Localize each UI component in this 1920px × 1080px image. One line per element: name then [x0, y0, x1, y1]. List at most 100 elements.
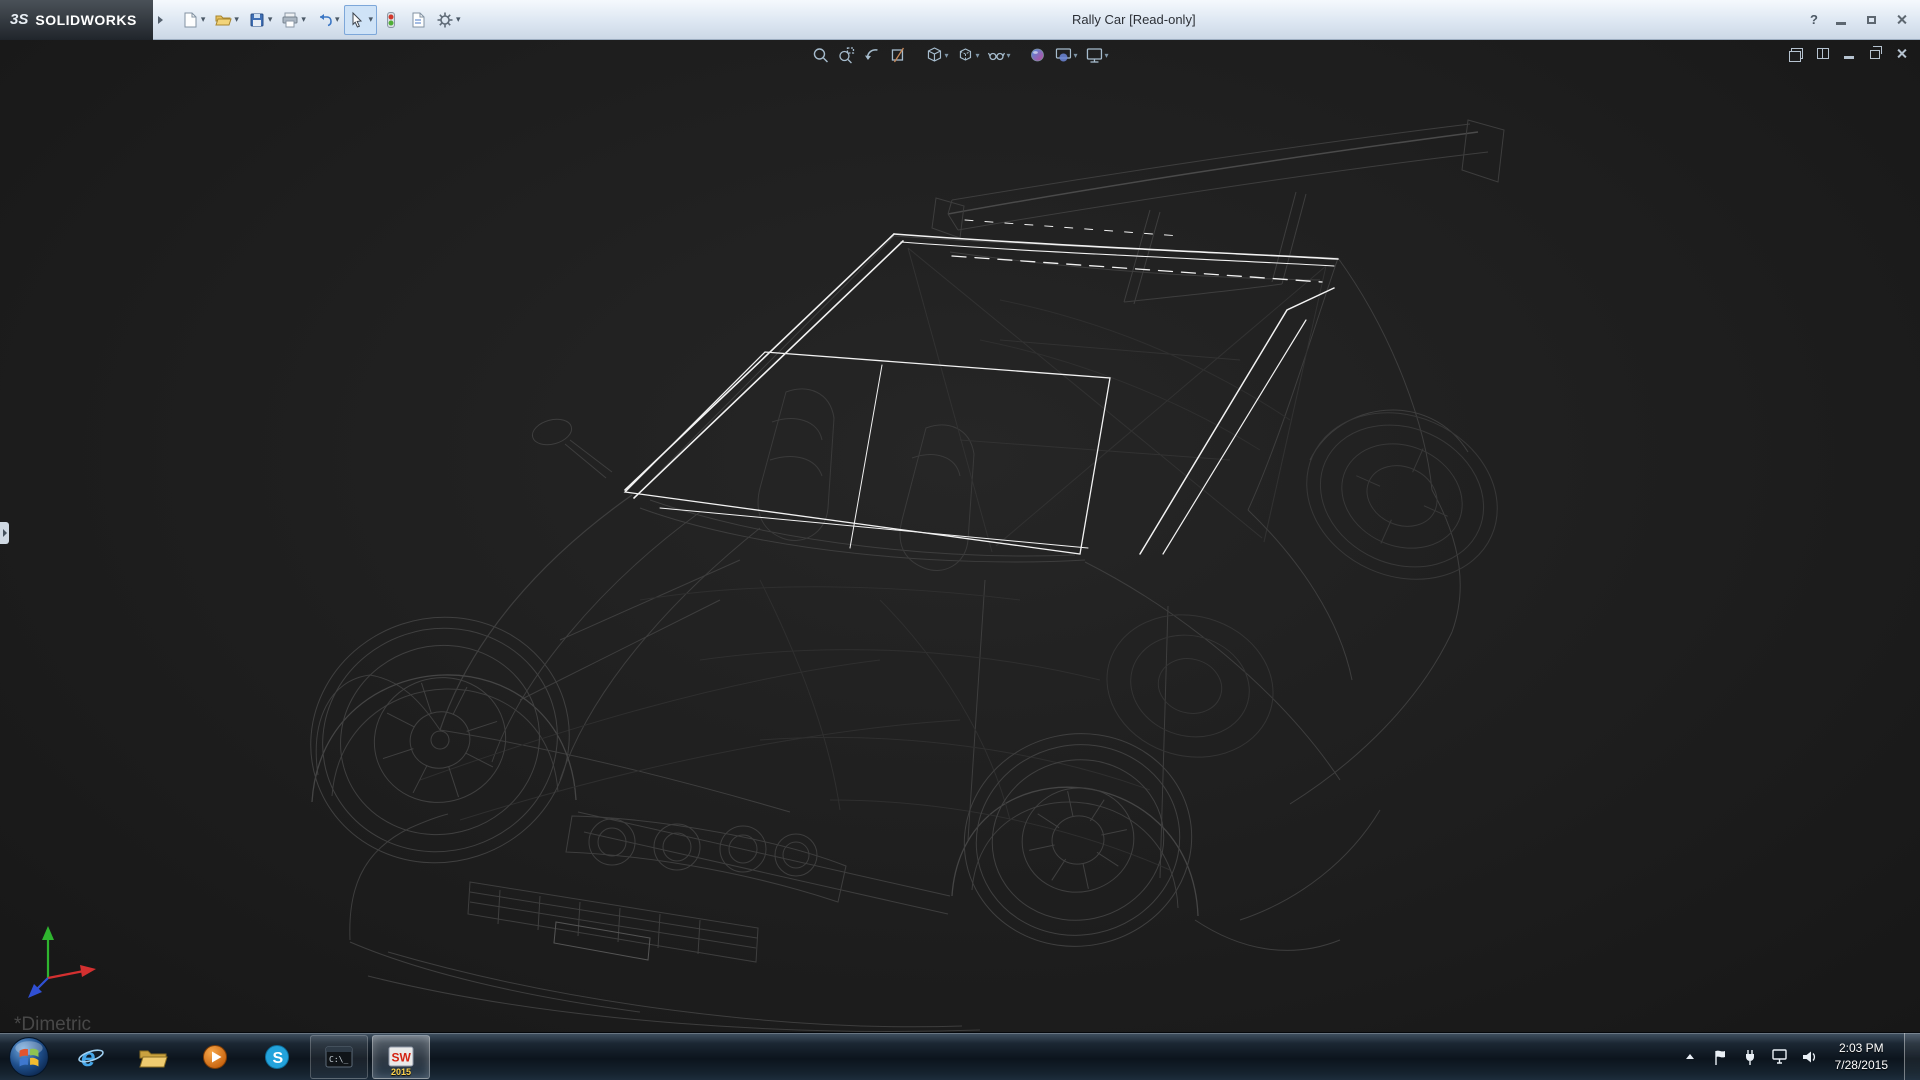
- apply-scene-button[interactable]: ▾: [1051, 42, 1082, 68]
- previous-view-button[interactable]: [859, 42, 885, 68]
- cascade-windows-icon: [1791, 48, 1803, 59]
- taskbar-command-prompt[interactable]: C:\_: [310, 1035, 368, 1079]
- taskbar-skype[interactable]: S: [248, 1035, 306, 1079]
- print-icon: [281, 11, 299, 29]
- flag-icon: [1712, 1048, 1728, 1066]
- undo-icon: [315, 11, 333, 29]
- close-button[interactable]: [1894, 13, 1908, 27]
- display-style-button[interactable]: ▾: [952, 42, 983, 68]
- svg-text:C:\_: C:\_: [329, 1055, 348, 1064]
- minimize-icon: [1836, 22, 1846, 25]
- clock[interactable]: 2:03 PM 7/28/2015: [1835, 1040, 1888, 1072]
- titlebar: 3S SOLIDWORKS ▾ ▾ ▾ ▾ ▾: [0, 0, 1920, 40]
- view-orientation-button[interactable]: ▾: [921, 42, 952, 68]
- open-button[interactable]: ▾: [210, 5, 243, 35]
- solidworks-logo: 3S SOLIDWORKS: [0, 0, 153, 40]
- taskbar-windows-explorer[interactable]: [124, 1035, 182, 1079]
- chevron-right-icon: [3, 529, 7, 537]
- close-icon: [1896, 14, 1907, 25]
- system-tray: 2:03 PM 7/28/2015: [1681, 1040, 1904, 1072]
- dropdown-arrow-icon[interactable]: ▾: [1074, 51, 1078, 60]
- network-button[interactable]: [1771, 1048, 1789, 1066]
- coordinate-triad: [22, 920, 106, 1008]
- solidworks-version-badge: 2015: [373, 1067, 429, 1077]
- menu-expand-arrow[interactable]: [153, 0, 169, 40]
- dropdown-arrow-icon[interactable]: ▾: [944, 51, 948, 60]
- doc-cascade-button[interactable]: [1790, 46, 1804, 60]
- select-button[interactable]: ▾: [344, 5, 377, 35]
- appearance-sphere-icon: [1029, 46, 1047, 64]
- open-folder-icon: [214, 11, 232, 29]
- doc-restore-button[interactable]: [1868, 46, 1882, 60]
- dropdown-arrow-icon[interactable]: ▾: [368, 14, 373, 25]
- dropdown-arrow-icon[interactable]: ▾: [301, 14, 306, 25]
- file-properties-icon: [409, 11, 427, 29]
- x-axis-arrow: [80, 965, 96, 977]
- zoom-to-fit-icon: [811, 46, 829, 64]
- ds-logo-mark: 3S: [10, 11, 28, 28]
- brand-name: SOLIDWORKS: [35, 12, 136, 28]
- dropdown-arrow-icon[interactable]: ▾: [201, 14, 206, 25]
- y-axis-arrow: [42, 926, 54, 940]
- hide-show-items-button[interactable]: ▾: [983, 42, 1014, 68]
- new-document-button[interactable]: ▾: [177, 5, 210, 35]
- featuremanager-flyout-handle[interactable]: [0, 522, 9, 544]
- viewport-3d[interactable]: ▾ ▾ ▾ ▾ ▾: [0, 40, 1920, 1032]
- taskbar-internet-explorer[interactable]: e: [62, 1035, 120, 1079]
- new-document-icon: [181, 11, 199, 29]
- dropdown-arrow-icon[interactable]: ▾: [1105, 51, 1109, 60]
- power-button[interactable]: [1741, 1048, 1759, 1066]
- show-desktop-button[interactable]: [1904, 1033, 1920, 1080]
- section-view-button[interactable]: [885, 42, 911, 68]
- select-cursor-icon: [348, 11, 366, 29]
- clock-date: 7/28/2015: [1835, 1057, 1888, 1073]
- zoom-to-fit-button[interactable]: [807, 42, 833, 68]
- minimize-icon: [1844, 56, 1854, 59]
- undo-button[interactable]: ▾: [311, 5, 344, 35]
- zoom-to-area-button[interactable]: [833, 42, 859, 68]
- dropdown-arrow-icon[interactable]: ▾: [268, 14, 273, 25]
- chevron-up-icon: [1686, 1054, 1694, 1059]
- doc-minimize-button[interactable]: [1842, 46, 1856, 60]
- taskbar-media-player[interactable]: [186, 1035, 244, 1079]
- dropdown-arrow-icon[interactable]: ▾: [456, 14, 461, 25]
- taskbar-solidworks[interactable]: SW 2015: [372, 1035, 430, 1079]
- show-hidden-icons-button[interactable]: [1681, 1048, 1699, 1066]
- eyeglasses-icon: [987, 46, 1005, 64]
- view-settings-button[interactable]: ▾: [1082, 42, 1113, 68]
- svg-text:S: S: [273, 1050, 284, 1067]
- power-plug-icon: [1742, 1048, 1758, 1066]
- start-button[interactable]: [8, 1036, 50, 1078]
- main-toolbar: ▾ ▾ ▾ ▾ ▾ ▾: [177, 5, 466, 35]
- doc-close-button[interactable]: [1894, 46, 1908, 60]
- speaker-icon: [1801, 1049, 1818, 1065]
- restore-icon: [1870, 50, 1880, 59]
- scene-icon: [1055, 46, 1073, 64]
- help-button[interactable]: ?: [1810, 12, 1818, 27]
- rebuild-stoplight-icon: [382, 11, 400, 29]
- maximize-icon: [1867, 16, 1876, 24]
- svg-text:e: e: [81, 1043, 95, 1071]
- minimize-button[interactable]: [1834, 13, 1848, 27]
- options-button[interactable]: ▾: [432, 5, 465, 35]
- print-button[interactable]: ▾: [277, 5, 310, 35]
- edit-appearance-button[interactable]: [1025, 42, 1051, 68]
- dropdown-arrow-icon[interactable]: ▾: [335, 14, 340, 25]
- document-window-controls: [1790, 46, 1908, 60]
- maximize-button[interactable]: [1864, 13, 1878, 27]
- dropdown-arrow-icon[interactable]: ▾: [234, 14, 239, 25]
- rebuild-button[interactable]: [378, 5, 404, 35]
- command-prompt-icon: C:\_: [325, 1044, 353, 1070]
- clock-time: 2:03 PM: [1835, 1040, 1888, 1056]
- doc-tile-button[interactable]: [1816, 46, 1830, 60]
- network-display-icon: [1771, 1048, 1789, 1065]
- dropdown-arrow-icon[interactable]: ▾: [1006, 51, 1010, 60]
- gear-icon: [436, 11, 454, 29]
- save-button[interactable]: ▾: [244, 5, 277, 35]
- file-properties-button[interactable]: [405, 5, 431, 35]
- chevron-right-icon: [158, 16, 163, 24]
- headsup-view-toolbar: ▾ ▾ ▾ ▾ ▾: [807, 42, 1112, 68]
- action-center-button[interactable]: [1711, 1048, 1729, 1066]
- volume-button[interactable]: [1801, 1048, 1819, 1066]
- dropdown-arrow-icon[interactable]: ▾: [975, 51, 979, 60]
